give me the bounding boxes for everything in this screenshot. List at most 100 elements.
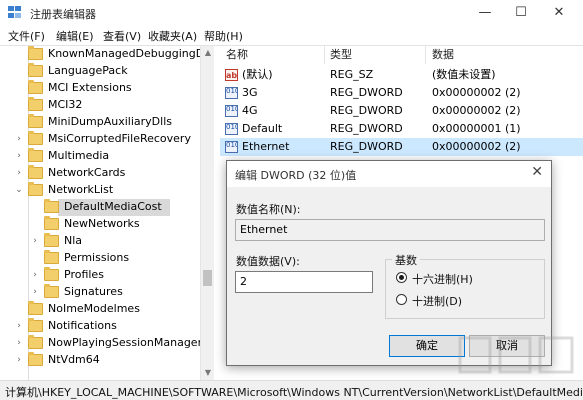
- tree-item[interactable]: › Signatures: [0, 284, 200, 301]
- column-header-data[interactable]: 数据: [432, 46, 454, 64]
- value-name-field[interactable]: Ethernet: [235, 219, 545, 241]
- maximize-button[interactable]: ☐: [506, 3, 536, 23]
- dialog-close-button[interactable]: ✕: [531, 164, 543, 180]
- base-groupbox: 基数 十六进制(H) 十进制(D): [385, 252, 545, 319]
- column-divider[interactable]: [425, 46, 426, 64]
- value-data: (数值未设置): [432, 68, 496, 81]
- expand-chevron-icon[interactable]: ›: [30, 269, 40, 281]
- scroll-down-icon[interactable]: ▼: [201, 366, 215, 380]
- tree-item-label: Nla: [64, 234, 83, 247]
- tree-item-label: Permissions: [64, 251, 130, 264]
- menu-view[interactable]: 查看(V): [103, 28, 141, 44]
- tree-item-label: MCI Extensions: [48, 81, 132, 94]
- value-row[interactable]: 010 Ethernet REG_DWORD 0x00000002 (2): [220, 138, 583, 156]
- tree-item[interactable]: › NowPlayingSessionManager: [0, 335, 203, 352]
- tree-item[interactable]: KnownManagedDebuggingD: [0, 46, 204, 63]
- value-name: Ethernet: [242, 140, 290, 153]
- collapse-chevron-icon[interactable]: ⌄: [14, 184, 24, 196]
- value-name: (默认): [242, 68, 273, 81]
- folder-icon: [28, 182, 43, 196]
- tree-item[interactable]: NoImeModelmes: [0, 301, 200, 318]
- expand-chevron-icon[interactable]: ›: [14, 133, 24, 145]
- expand-chevron-icon[interactable]: ›: [30, 286, 40, 298]
- tree-item-label: NetworkList: [48, 183, 114, 196]
- value-data: 0x00000001 (1): [432, 122, 521, 135]
- tree-item[interactable]: › Multimedia: [0, 148, 200, 165]
- folder-icon: [44, 233, 59, 247]
- registry-tree: KnownManagedDebuggingD LanguagePack MCI Ex…: [0, 46, 214, 380]
- scroll-thumb[interactable]: [203, 270, 212, 286]
- expand-chevron-icon[interactable]: ›: [30, 235, 40, 247]
- tree-item-label: NtVdm64: [48, 353, 100, 366]
- expand-chevron-icon[interactable]: ›: [14, 337, 24, 349]
- tree-item[interactable]: ⌄ NetworkList: [0, 182, 200, 199]
- menu-help[interactable]: 帮助(H): [204, 28, 243, 44]
- folder-icon: [28, 114, 43, 128]
- status-bar: 计算机\HKEY_LOCAL_MACHINE\SOFTWARE\Microsof…: [0, 380, 583, 400]
- value-name: Default: [242, 122, 283, 135]
- registry-editor-icon: [8, 6, 21, 18]
- value-row[interactable]: 010 3G REG_DWORD 0x00000002 (2): [220, 84, 583, 102]
- value-name-label: 数值名称(N):: [236, 203, 301, 216]
- close-button[interactable]: ✕: [544, 3, 574, 23]
- tree-item[interactable]: › Nla: [0, 233, 200, 250]
- tree-item[interactable]: MCI32: [0, 97, 200, 114]
- value-row[interactable]: 010 Default REG_DWORD 0x00000001 (1): [220, 120, 583, 138]
- tree-item[interactable]: › NtVdm64: [0, 352, 200, 369]
- tree-item[interactable]: › Profiles: [0, 267, 200, 284]
- tree-item-label: KnownManagedDebuggingD: [48, 47, 205, 60]
- menu-favorites[interactable]: 收藏夹(A): [148, 28, 197, 44]
- tree-item-label: NowPlayingSessionManager: [48, 336, 203, 349]
- folder-icon: [28, 131, 43, 145]
- expand-chevron-icon[interactable]: ›: [14, 320, 24, 332]
- radio-hex[interactable]: [396, 272, 407, 283]
- expand-chevron-icon[interactable]: ›: [14, 150, 24, 162]
- expand-chevron-icon[interactable]: ›: [14, 167, 24, 179]
- column-header-name[interactable]: 名称: [226, 46, 248, 64]
- tree-item-label: LanguagePack: [48, 64, 128, 77]
- tree-item-label: DefaultMediaCost: [64, 200, 162, 213]
- value-name: 3G: [242, 86, 258, 99]
- binary-value-icon: 010: [225, 87, 238, 99]
- tree-item-label: NoImeModelmes: [48, 302, 140, 315]
- menu-file[interactable]: 文件(F): [8, 28, 45, 44]
- column-divider[interactable]: [324, 46, 325, 64]
- expand-chevron-icon[interactable]: ›: [14, 354, 24, 366]
- tree-item[interactable]: › Notifications: [0, 318, 200, 335]
- tree-item[interactable]: Permissions: [0, 250, 200, 267]
- minimize-button[interactable]: —: [470, 3, 500, 23]
- folder-icon: [44, 267, 59, 281]
- folder-icon: [28, 46, 43, 60]
- folder-icon: [44, 284, 59, 298]
- scroll-up-icon[interactable]: ▲: [201, 46, 215, 60]
- tree-item[interactable]: LanguagePack: [0, 63, 200, 80]
- ok-button[interactable]: 确定: [389, 335, 465, 357]
- folder-icon: [28, 352, 43, 366]
- value-type: REG_DWORD: [330, 122, 403, 135]
- value-data: 0x00000002 (2): [432, 140, 521, 153]
- column-header-type[interactable]: 类型: [330, 46, 352, 64]
- tree-item[interactable]: › NetworkCards: [0, 165, 200, 182]
- value-row[interactable]: 010 4G REG_DWORD 0x00000002 (2): [220, 102, 583, 120]
- value-data: 0x00000002 (2): [432, 104, 521, 117]
- tree-item-label: NetworkCards: [48, 166, 126, 179]
- value-row[interactable]: ab (默认) REG_SZ (数值未设置): [220, 66, 583, 84]
- string-value-icon: ab: [225, 69, 238, 81]
- folder-icon: [28, 335, 43, 349]
- tree-scrollbar[interactable]: ▲ ▼: [200, 46, 214, 380]
- tree-item-label: MCI32: [48, 98, 83, 111]
- base-group-title: 基数: [392, 252, 420, 268]
- tree-item[interactable]: › MsiCorruptedFileRecovery: [0, 131, 200, 148]
- tree-item[interactable]: MCI Extensions: [0, 80, 200, 97]
- menu-edit[interactable]: 编辑(E): [56, 28, 94, 44]
- radio-decimal[interactable]: [396, 294, 407, 305]
- window-title: 注册表编辑器: [30, 8, 96, 21]
- tree-item[interactable]: DefaultMediaCost: [0, 199, 200, 216]
- value-data: 0x00000002 (2): [432, 86, 521, 99]
- tree-item[interactable]: NewNetworks: [0, 216, 200, 233]
- radio-hex-label[interactable]: 十六进制(H): [412, 271, 473, 287]
- tree-item[interactable]: MiniDumpAuxiliaryDlls: [0, 114, 200, 131]
- radio-decimal-label[interactable]: 十进制(D): [412, 293, 462, 309]
- value-data-input[interactable]: 2: [235, 271, 373, 293]
- folder-icon: [44, 250, 59, 264]
